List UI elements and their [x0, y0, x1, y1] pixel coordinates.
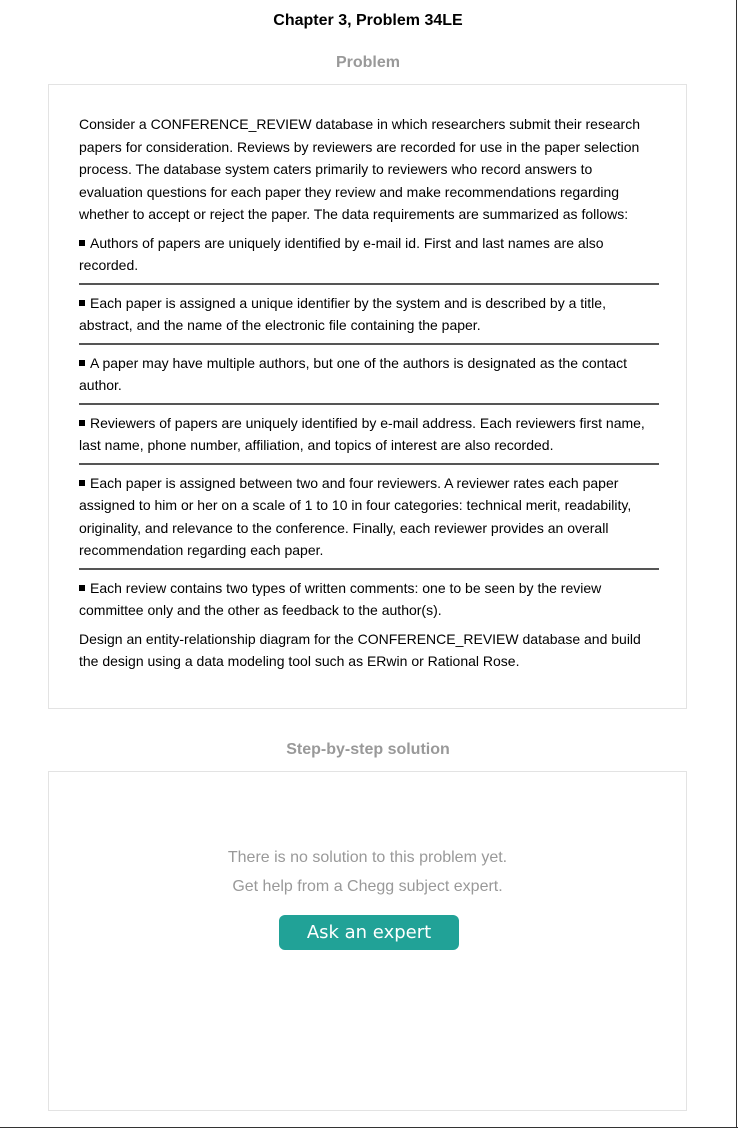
requirement-item: Each review contains two types of writte…: [79, 577, 659, 622]
requirement-item: A paper may have multiple authors, but o…: [79, 352, 659, 405]
problem-body: Consider a CONFERENCE_REVIEW database in…: [79, 113, 659, 673]
requirement-text: Each paper is assigned a unique identifi…: [79, 294, 606, 334]
bullet-icon: [79, 299, 85, 306]
requirement-item: Each paper is assigned a unique identifi…: [79, 292, 659, 345]
ask-expert-button[interactable]: Ask an expert: [279, 915, 459, 950]
problem-heading: Problem: [335, 54, 400, 71]
requirement-text: A paper may have multiple authors, but o…: [79, 354, 628, 394]
bullet-icon: [79, 359, 85, 366]
page-right-border: [736, 0, 737, 1128]
requirement-text: Each review contains two types of writte…: [79, 579, 602, 619]
requirement-item: Reviewers of papers are uniquely identif…: [79, 412, 659, 465]
problem-closing: Design an entity-relationship diagram fo…: [79, 630, 641, 670]
requirement-item: Authors of papers are uniquely identifie…: [79, 232, 659, 285]
requirement-text: Authors of papers are uniquely identifie…: [79, 234, 604, 274]
problem-panel: Consider a CONFERENCE_REVIEW database in…: [48, 84, 687, 709]
requirement-text: Each paper is assigned between two and f…: [79, 474, 632, 559]
page-title: Chapter 3, Problem 34LE: [273, 12, 463, 29]
bullet-icon: [79, 419, 85, 426]
requirement-text: Reviewers of papers are uniquely identif…: [79, 414, 645, 454]
problem-intro: Consider a CONFERENCE_REVIEW database in…: [79, 116, 640, 222]
bullet-icon: [79, 239, 85, 246]
solution-heading: Step-by-step solution: [286, 741, 450, 758]
solution-panel: There is no solution to this problem yet…: [48, 771, 687, 1111]
requirement-item: Each paper is assigned between two and f…: [79, 472, 659, 570]
expert-help-message: Get help from a Chegg subject expert.: [232, 878, 503, 895]
bullet-icon: [79, 584, 85, 591]
no-solution-message: There is no solution to this problem yet…: [227, 849, 508, 866]
bullet-icon: [79, 479, 85, 486]
